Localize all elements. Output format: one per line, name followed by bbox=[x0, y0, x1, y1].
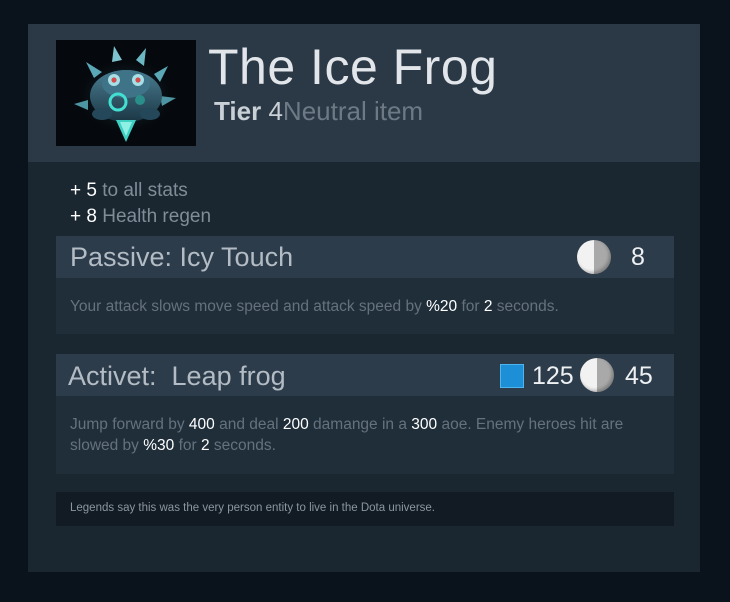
active-ability-header: Activet: Leap frog 125 45 bbox=[56, 354, 674, 396]
description-text: seconds. bbox=[209, 437, 276, 454]
passive-ability-header: Passive: Icy Touch 8 bbox=[56, 236, 674, 278]
description-value: 2 bbox=[200, 437, 210, 454]
stat-value: + 5 bbox=[70, 180, 97, 201]
active-cooldown-value: 45 bbox=[625, 362, 653, 390]
stat-label: Health regen bbox=[102, 206, 212, 227]
tier-number: 4 bbox=[268, 96, 283, 126]
description-value: 2 bbox=[483, 298, 493, 315]
item-stats: + 5 to all stats + 8 Health regen bbox=[70, 178, 211, 230]
item-tooltip-card: The Ice Frog Tier 4Neutral item + 5 to a… bbox=[28, 24, 700, 572]
description-text: seconds. bbox=[492, 298, 559, 315]
cooldown-icon bbox=[577, 240, 611, 274]
description-value: %20 bbox=[426, 298, 458, 315]
stat-label: to all stats bbox=[102, 180, 188, 201]
lore-text: Legends say this was the very person ent… bbox=[70, 502, 436, 514]
mana-cost-value: 125 bbox=[532, 362, 574, 390]
lore-box: Legends say this was the very person ent… bbox=[56, 492, 674, 526]
description-value: 200 bbox=[282, 416, 309, 433]
stat-row: + 5 to all stats bbox=[70, 178, 211, 204]
tier-label: Tier bbox=[214, 96, 262, 126]
description-text: for bbox=[457, 298, 484, 315]
description-value: %30 bbox=[143, 437, 175, 454]
description-text: Your attack slows move speed and attack … bbox=[70, 298, 427, 315]
stat-row: + 8 Health regen bbox=[70, 204, 211, 230]
mana-icon bbox=[500, 364, 524, 388]
item-type: Neutral item bbox=[282, 96, 424, 126]
passive-ability: Passive: Icy Touch 8 Your attack slows m… bbox=[56, 236, 674, 334]
description-text: for bbox=[174, 437, 201, 454]
passive-cooldown-value: 8 bbox=[631, 243, 645, 271]
ice-frog-icon bbox=[56, 40, 196, 146]
item-header: The Ice Frog Tier 4Neutral item bbox=[28, 24, 700, 162]
description-value: 400 bbox=[188, 416, 215, 433]
active-ability-title: Activet: Leap frog bbox=[68, 361, 286, 391]
active-ability: Activet: Leap frog 125 45 Jump forward b… bbox=[56, 354, 674, 474]
active-ability-description: Jump forward by 400 and deal 200 damange… bbox=[70, 414, 664, 456]
item-subtitle: Tier 4Neutral item bbox=[214, 96, 423, 127]
item-name: The Ice Frog bbox=[208, 39, 498, 95]
description-value: 300 bbox=[411, 416, 438, 433]
description-text: Jump forward by bbox=[70, 416, 189, 433]
description-text: and deal bbox=[214, 416, 283, 433]
cooldown-icon bbox=[580, 358, 614, 392]
description-text: damange in a bbox=[308, 416, 412, 433]
passive-ability-description: Your attack slows move speed and attack … bbox=[70, 296, 664, 317]
stat-value: + 8 bbox=[70, 206, 97, 227]
passive-ability-title: Passive: Icy Touch bbox=[70, 242, 294, 272]
